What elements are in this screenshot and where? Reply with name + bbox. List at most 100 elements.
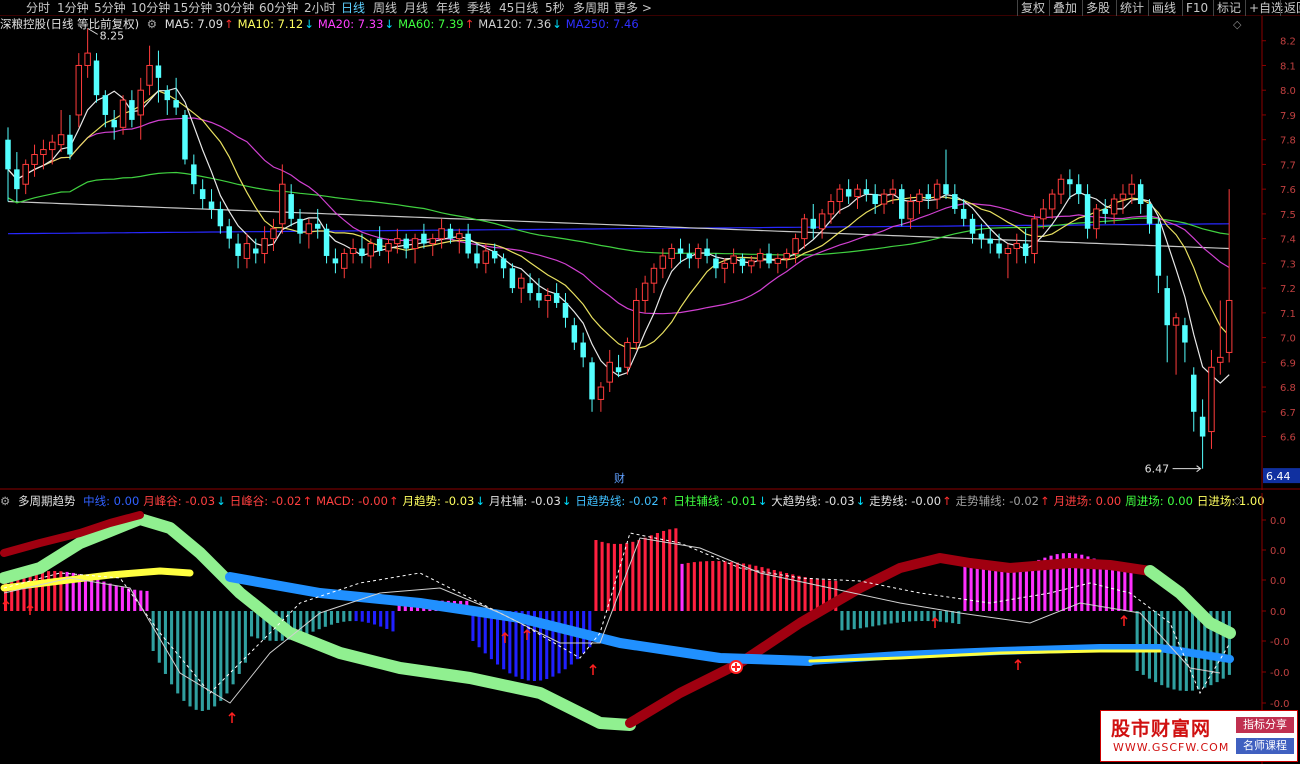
toolbar-button[interactable]: 标记: [1213, 0, 1241, 16]
period-tab[interactable]: 5分钟: [94, 0, 126, 16]
price-tick-label: 7.6: [1280, 185, 1296, 196]
candle-body: [783, 252, 790, 259]
period-tab[interactable]: 10分钟: [131, 0, 170, 16]
histogram-bar: [47, 571, 51, 611]
period-tab[interactable]: 季线: [467, 0, 491, 16]
period-tab[interactable]: 45日线: [499, 0, 538, 16]
toolbar-button[interactable]: 返回: [1280, 0, 1300, 16]
period-tab[interactable]: 5秒: [545, 0, 565, 16]
period-tab[interactable]: 日线: [341, 0, 365, 16]
histogram-bar: [96, 579, 100, 611]
candle-body: [978, 233, 985, 239]
toolbar-button[interactable]: 复权: [1017, 0, 1045, 16]
candle-body: [517, 277, 525, 289]
candle-body: [93, 60, 100, 96]
histogram-bar: [163, 611, 167, 674]
indicator-tick-label: -0.0: [1270, 699, 1290, 710]
candle-body: [615, 367, 622, 373]
candle-body: [527, 283, 533, 294]
histogram-bar: [16, 577, 20, 611]
histogram-bar: [360, 611, 364, 622]
price-chart-panel[interactable]: 8.2 8.1 8.0 7.9 7.8 7.7 7.6 7.5 7.4 7.3 7.2 7.1 7.0 6…: [0, 16, 1300, 490]
dashed-signal-line: [3, 532, 1231, 695]
candle-body: [1172, 317, 1180, 326]
histogram-bar: [336, 611, 340, 623]
candle-body: [827, 201, 835, 215]
histogram-bar: [631, 541, 635, 611]
toolbar-button[interactable]: 叠加: [1049, 0, 1077, 16]
period-tab[interactable]: 周线: [373, 0, 397, 16]
candle-body: [845, 189, 852, 197]
candle-body: [235, 243, 241, 256]
histogram-bar: [354, 611, 358, 622]
candle-body: [1102, 208, 1109, 214]
toolbar-button[interactable]: +自选: [1245, 0, 1283, 16]
histogram-bar: [151, 611, 155, 651]
candle-body: [739, 258, 746, 266]
histogram-bar: [145, 590, 149, 611]
price-tick-label: 8.2: [1280, 37, 1296, 48]
candle-body: [659, 255, 667, 269]
toolbar-button[interactable]: 统计: [1116, 0, 1144, 16]
candle-body: [482, 250, 490, 264]
period-tab[interactable]: 年线: [436, 0, 460, 16]
price-chart-svg[interactable]: 8.2 8.1 8.0 7.9 7.8 7.7 7.6 7.5 7.4 7.3 7.2 7.1 7.0 6…: [0, 16, 1300, 490]
indicator-tick-label: 0.0: [1270, 607, 1286, 618]
toolbar-button[interactable]: F10: [1182, 0, 1208, 16]
histogram-bar: [674, 528, 678, 611]
histogram-bar: [698, 561, 703, 611]
histogram-bar: [194, 611, 198, 710]
candle-body: [589, 362, 595, 400]
price-tick-label: 7.7: [1280, 160, 1296, 171]
candle-body: [173, 100, 179, 108]
period-tab[interactable]: 30分钟: [215, 0, 254, 16]
period-tab[interactable]: 2小时: [304, 0, 336, 16]
period-tab[interactable]: 分时: [26, 0, 50, 16]
histogram-bar: [858, 611, 862, 629]
candle-body: [713, 258, 719, 269]
candle-body: [243, 243, 251, 259]
candle-body: [456, 233, 463, 240]
histogram-bar: [840, 611, 844, 631]
candle-body: [411, 238, 419, 250]
period-tab[interactable]: 60分钟: [259, 0, 298, 16]
histogram-bar: [637, 539, 641, 611]
watermark-tag-course[interactable]: 名师课程: [1236, 738, 1294, 754]
candle-body: [253, 248, 259, 254]
histogram-bar: [994, 568, 998, 611]
period-tab[interactable]: 1分钟: [57, 0, 89, 16]
period-tab[interactable]: 15分钟: [173, 0, 212, 16]
candle-body: [756, 252, 764, 262]
histogram-bar: [742, 563, 746, 611]
histogram-bar: [1117, 567, 1121, 611]
candle-body: [208, 201, 215, 209]
candle-body: [385, 243, 392, 252]
toolbar-button[interactable]: 多股: [1082, 0, 1110, 16]
candle-body: [1022, 243, 1029, 256]
period-tab[interactable]: 月线: [404, 0, 428, 16]
histogram-bar: [59, 571, 63, 611]
candle-body: [314, 223, 321, 229]
histogram-bar: [988, 567, 992, 611]
candle-body: [270, 228, 277, 240]
toolbar-button[interactable]: 画线: [1148, 0, 1176, 16]
candle-body: [182, 114, 188, 160]
candle-body: [367, 243, 375, 257]
candle-body: [146, 64, 153, 86]
histogram-bar: [643, 537, 647, 611]
histogram-bar: [612, 543, 616, 611]
price-tick-label: 8.0: [1280, 86, 1296, 97]
period-tab[interactable]: 更多 >: [614, 0, 652, 16]
price-tick-label: 7.5: [1280, 210, 1296, 221]
period-tab[interactable]: 多周期: [573, 0, 609, 16]
candle-body: [624, 342, 631, 368]
histogram-bar: [563, 611, 567, 670]
histogram-bar: [680, 563, 684, 611]
candle-body: [137, 89, 144, 116]
entry-arrow-up-icon: [589, 663, 597, 675]
histogram-bar: [237, 611, 241, 674]
histogram-bar: [120, 587, 124, 611]
watermark-tag-share[interactable]: 指标分享: [1236, 717, 1294, 733]
candle-body: [1182, 325, 1188, 343]
candle-body: [889, 188, 897, 195]
